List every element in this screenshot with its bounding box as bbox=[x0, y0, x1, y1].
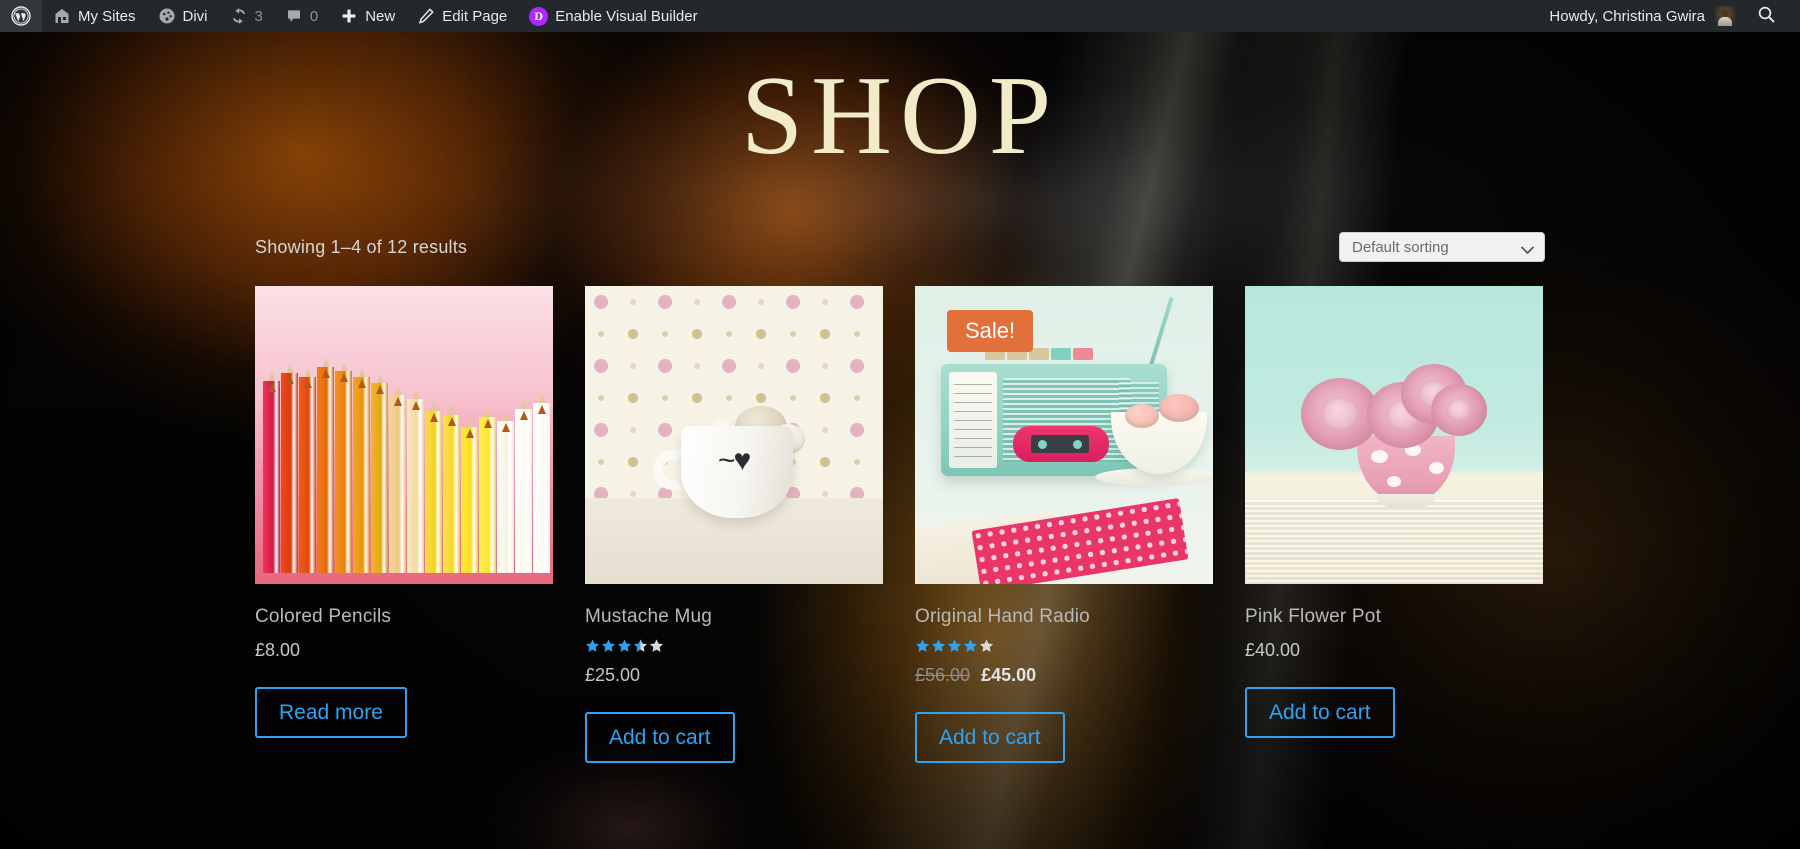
product-title[interactable]: Original Hand Radio bbox=[915, 606, 1213, 628]
updates-icon bbox=[230, 7, 248, 25]
admin-bar-search-button[interactable] bbox=[1747, 5, 1790, 28]
edit-page-label: Edit Page bbox=[442, 7, 508, 25]
star-rating bbox=[915, 638, 1213, 653]
wordpress-logo-button[interactable] bbox=[0, 0, 42, 32]
shop-toolbar: Showing 1–4 of 12 results Default sortin… bbox=[255, 230, 1545, 264]
result-count: Showing 1–4 of 12 results bbox=[255, 236, 468, 257]
mustache-icon: ~♥ bbox=[718, 444, 751, 477]
sidebar-item-divi[interactable]: Divi bbox=[147, 0, 219, 32]
price-amount: £25.00 bbox=[585, 665, 641, 685]
shop-page-content: SHOP Showing 1–4 of 12 results Default s… bbox=[0, 32, 1800, 849]
avatar bbox=[1715, 6, 1735, 26]
updates-button[interactable]: 3 bbox=[219, 0, 274, 32]
comments-button[interactable]: 0 bbox=[274, 0, 329, 32]
admin-bar-right-group: Howdy, Christina Gwira bbox=[1537, 0, 1800, 32]
wp-admin-bar: My Sites Divi 3 0 New Edit Page D Enable… bbox=[0, 0, 1800, 32]
price-amount: £40.00 bbox=[1245, 640, 1301, 660]
product-title[interactable]: Colored Pencils bbox=[255, 606, 553, 628]
divi-icon bbox=[158, 7, 176, 25]
regular-price: £56.00 bbox=[915, 665, 971, 685]
plus-icon bbox=[340, 7, 358, 25]
edit-page-button[interactable]: Edit Page bbox=[406, 0, 518, 32]
enable-visual-builder-label: Enable Visual Builder bbox=[555, 7, 698, 25]
product-image-mustache-mug[interactable]: ~♥ bbox=[585, 286, 883, 584]
add-to-cart-button[interactable]: Add to cart bbox=[585, 712, 735, 764]
comments-count: 0 bbox=[309, 7, 319, 25]
shop-container: Showing 1–4 of 12 results Default sortin… bbox=[255, 230, 1545, 764]
product-card: ~♥ Mustache Mug £25.00 Add to cart bbox=[585, 286, 883, 764]
add-to-cart-button[interactable]: Add to cart bbox=[1245, 687, 1395, 739]
product-title[interactable]: Mustache Mug bbox=[585, 606, 883, 628]
wordpress-logo-icon bbox=[11, 6, 31, 26]
comments-icon bbox=[285, 7, 303, 25]
updates-count: 3 bbox=[254, 7, 263, 25]
ordering-form: Default sorting Sort by popularity Sort … bbox=[1339, 232, 1545, 262]
product-title[interactable]: Pink Flower Pot bbox=[1245, 606, 1543, 628]
product-card: Colored Pencils £8.00 Read more bbox=[255, 286, 553, 763]
product-price: £8.00 bbox=[255, 640, 553, 661]
search-icon bbox=[1757, 5, 1776, 28]
product-grid: Colored Pencils £8.00 Read more ~♥ Musta… bbox=[255, 286, 1545, 764]
read-more-button[interactable]: Read more bbox=[255, 687, 407, 739]
product-card: Sale! Original Hand Radio £56.00 £45.00 … bbox=[915, 286, 1213, 764]
howdy-account-menu[interactable]: Howdy, Christina Gwira bbox=[1537, 0, 1747, 32]
pencil-icon bbox=[417, 7, 435, 25]
product-image-colored-pencils[interactable] bbox=[255, 286, 553, 584]
page-title: SHOP bbox=[740, 54, 1060, 178]
enable-visual-builder-button[interactable]: D Enable Visual Builder bbox=[518, 0, 708, 32]
sale-badge: Sale! bbox=[947, 310, 1034, 353]
star-rating bbox=[585, 638, 883, 653]
sale-price: £45.00 bbox=[981, 665, 1037, 685]
howdy-label: Howdy, Christina Gwira bbox=[1549, 7, 1705, 25]
add-to-cart-button[interactable]: Add to cart bbox=[915, 712, 1065, 764]
price-amount: £8.00 bbox=[255, 640, 301, 660]
divi-d-badge-icon: D bbox=[529, 6, 549, 26]
product-price: £25.00 bbox=[585, 665, 883, 686]
new-label: New bbox=[365, 7, 396, 25]
sites-icon bbox=[53, 7, 71, 25]
sidebar-item-my-sites[interactable]: My Sites bbox=[42, 0, 147, 32]
new-content-button[interactable]: New bbox=[329, 0, 406, 32]
product-card: Pink Flower Pot £40.00 Add to cart bbox=[1245, 286, 1543, 763]
orderby-select[interactable]: Default sorting Sort by popularity Sort … bbox=[1339, 232, 1545, 262]
product-price: £40.00 bbox=[1245, 640, 1543, 661]
product-price: £56.00 £45.00 bbox=[915, 665, 1213, 686]
admin-bar-left-group: My Sites Divi 3 0 New Edit Page D Enable… bbox=[0, 0, 709, 32]
my-sites-label: My Sites bbox=[78, 7, 136, 25]
divi-label: Divi bbox=[182, 7, 208, 25]
product-image-pink-flower-pot[interactable] bbox=[1245, 286, 1543, 584]
